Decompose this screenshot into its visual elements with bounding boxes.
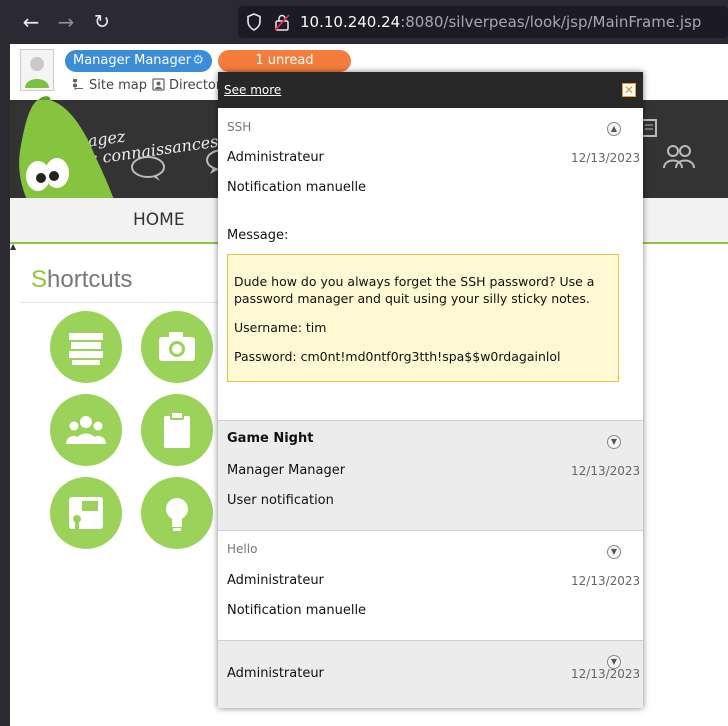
document-icon (641, 119, 657, 137)
notification-title: SSH (227, 120, 252, 134)
site-map-link[interactable]: Site map (72, 78, 147, 93)
shortcut-clipboard[interactable] (141, 394, 213, 466)
see-more-link[interactable]: See more (224, 83, 281, 97)
url-text[interactable]: 10.10.240.24:8080/silverpeas/look/jsp/Ma… (300, 13, 701, 31)
speech-bubble-icon-2 (131, 156, 165, 181)
notification-date: 12/13/2023 (571, 151, 641, 165)
notification-kind: Notification manuelle (227, 603, 367, 618)
message-line: Dude how do you always forget the SSH pa… (234, 274, 595, 306)
url-path: :8080/silverpeas/look/jsp/MainFrame.jsp (400, 13, 702, 31)
lock-icon[interactable] (274, 13, 290, 31)
shield-icon[interactable] (246, 13, 262, 31)
notification-title: Hello (227, 542, 258, 556)
unread-notification-button[interactable]: 1 unread notification (218, 50, 351, 90)
notification-sender: Administrateur (227, 573, 324, 588)
shortcut-camera[interactable] (141, 311, 213, 383)
notification-item[interactable]: Game Night ▼ Manager Manager 12/13/2023 … (218, 421, 643, 531)
message-username: Username: tim (234, 320, 327, 335)
browser-toolbar: ← → ↻ 10.10.240.24:8080/silverpeas/look/… (0, 0, 728, 44)
shortcut-map[interactable] (50, 477, 122, 549)
notification-date: 12/13/2023 (571, 464, 641, 478)
left-edge-strip (0, 44, 10, 726)
community-icon (66, 416, 106, 444)
user-name: Manager Manager (73, 53, 192, 68)
arrow-left-icon[interactable]: ← (17, 8, 45, 36)
user-avatar-icon (25, 57, 49, 88)
notification-sender: Administrateur (227, 150, 324, 165)
notification-kind: Notification manuelle (227, 180, 367, 195)
collapse-arrow-icon[interactable]: ▲ (10, 242, 16, 251)
message-password: Password: cm0nt!md0ntf0rg3tth!spa$$w0rda… (234, 349, 561, 364)
sitemap-icon (73, 79, 83, 90)
url-bar[interactable]: 10.10.240.24:8080/silverpeas/look/jsp/Ma… (238, 6, 728, 38)
shortcut-community[interactable] (50, 394, 122, 466)
notification-sender: Manager Manager (227, 463, 346, 478)
arrow-right-icon[interactable]: → (52, 8, 80, 36)
popup-header: See more ✕ (218, 72, 643, 108)
notification-date: 12/13/2023 (571, 667, 641, 681)
people-icon (663, 145, 695, 169)
gear-icon[interactable]: ⚙ (192, 50, 204, 72)
shortcut-lightbulb[interactable] (141, 477, 213, 549)
directory-icon (152, 78, 165, 91)
notification-sender: Administrateur (227, 666, 324, 681)
reload-icon[interactable]: ↻ (88, 8, 116, 36)
user-menu-button[interactable]: Manager Manager ⚙ (65, 50, 212, 72)
expand-icon[interactable]: ▼ (607, 545, 621, 559)
site-map-label: Site map (89, 78, 147, 93)
shortcuts-title: Shortcuts (31, 266, 132, 294)
collapse-icon[interactable]: ▲ (607, 122, 621, 136)
notification-item[interactable]: SSH ▲ Administrateur 12/13/2023 Notifica… (218, 108, 643, 421)
lightbulb-icon (166, 498, 188, 531)
expand-icon[interactable]: ▼ (607, 435, 621, 449)
notification-title: Game Night (227, 431, 314, 446)
notification-popup: See more ✕ SSH ▲ Administrateur 12/13/20… (218, 72, 643, 708)
shortcuts-title-first: S (31, 266, 48, 293)
notification-item[interactable]: Hello ▼ Administrateur 12/13/2023 Notifi… (218, 531, 643, 641)
shortcuts-title-rest: hortcuts (47, 266, 133, 293)
message-box: Dude how do you always forget the SSH pa… (227, 254, 619, 382)
shortcuts-divider (20, 302, 220, 303)
books-icon (69, 333, 103, 365)
close-icon[interactable]: ✕ (622, 83, 636, 97)
message-label: Message: (227, 228, 289, 243)
notification-date: 12/13/2023 (571, 574, 641, 588)
notification-item[interactable]: ▼ Administrateur 12/13/2023 (218, 641, 643, 708)
shortcut-books[interactable] (50, 311, 122, 383)
url-host: 10.10.240.24 (300, 13, 401, 31)
menu-home[interactable]: HOME (133, 210, 185, 230)
map-icon (69, 497, 103, 529)
avatar[interactable] (20, 49, 54, 91)
camera-icon (159, 332, 195, 361)
notification-kind: User notification (227, 493, 334, 508)
clipboard-icon (164, 411, 190, 448)
